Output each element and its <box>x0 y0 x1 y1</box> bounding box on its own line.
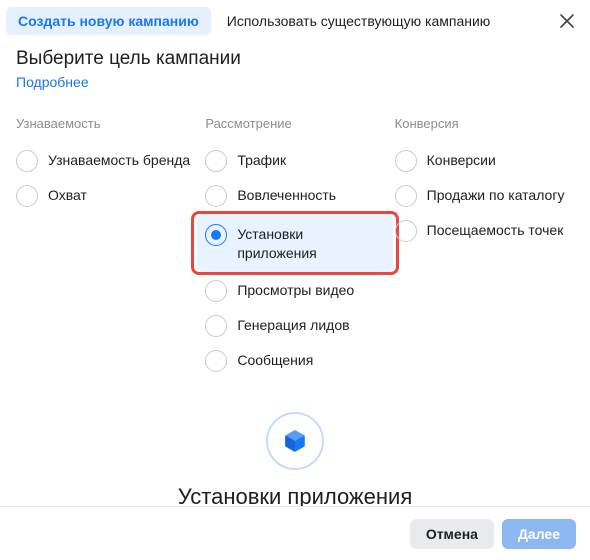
cancel-button[interactable]: Отмена <box>410 519 494 549</box>
radio-icon <box>16 185 38 207</box>
objective-brand-awareness[interactable]: Узнаваемость бренда <box>16 143 195 178</box>
objective-engagement[interactable]: Вовлеченность <box>205 178 384 213</box>
objective-label: Сообщения <box>237 349 313 370</box>
objective-app-installs[interactable]: Установки приложения <box>197 213 392 273</box>
radio-icon <box>395 185 417 207</box>
objective-lead-generation[interactable]: Генерация лидов <box>205 308 384 343</box>
cube-icon <box>266 412 324 470</box>
objective-label: Охват <box>48 184 87 205</box>
tab-use-existing[interactable]: Использовать существующую кампанию <box>215 7 503 35</box>
objective-messages[interactable]: Сообщения <box>205 343 384 378</box>
objective-label: Посещаемость точек <box>427 219 564 240</box>
next-button[interactable]: Далее <box>502 519 576 549</box>
radio-icon <box>16 150 38 172</box>
objective-label: Генерация лидов <box>237 314 349 335</box>
objective-label: Установки приложения <box>237 223 384 263</box>
objective-conversions[interactable]: Конверсии <box>395 143 574 178</box>
radio-icon <box>205 280 227 302</box>
objective-label: Конверсии <box>427 149 496 170</box>
learn-more-link[interactable]: Подробнее <box>16 74 89 90</box>
objective-label: Вовлеченность <box>237 184 336 205</box>
radio-icon <box>395 220 417 242</box>
objective-traffic[interactable]: Трафик <box>205 143 384 178</box>
column-header-awareness: Узнаваемость <box>16 116 195 131</box>
column-awareness: Узнаваемость Узнаваемость бренда Охват <box>16 116 195 378</box>
radio-icon <box>205 150 227 172</box>
radio-icon <box>205 350 227 372</box>
column-consideration: Рассмотрение Трафик Вовлеченность Устано… <box>205 116 384 378</box>
objective-catalog-sales[interactable]: Продажи по каталогу <box>395 178 574 213</box>
objective-store-traffic[interactable]: Посещаемость точек <box>395 213 574 248</box>
objective-video-views[interactable]: Просмотры видео <box>205 273 384 308</box>
objective-reach[interactable]: Охват <box>16 178 195 213</box>
objective-label: Просмотры видео <box>237 279 354 300</box>
column-conversion: Конверсия Конверсии Продажи по каталогу … <box>395 116 574 378</box>
radio-icon-selected <box>205 224 227 246</box>
column-header-consideration: Рассмотрение <box>205 116 384 131</box>
tab-create-new[interactable]: Создать новую кампанию <box>6 7 211 35</box>
objective-label: Узнаваемость бренда <box>48 149 190 170</box>
column-header-conversion: Конверсия <box>395 116 574 131</box>
radio-icon <box>395 150 417 172</box>
close-icon[interactable] <box>552 6 582 36</box>
objective-label: Трафик <box>237 149 286 170</box>
radio-icon <box>205 315 227 337</box>
radio-icon <box>205 185 227 207</box>
detail-title: Установки приложения <box>16 484 574 506</box>
objective-label: Продажи по каталогу <box>427 184 565 205</box>
page-title: Выберите цель кампании <box>16 48 574 70</box>
